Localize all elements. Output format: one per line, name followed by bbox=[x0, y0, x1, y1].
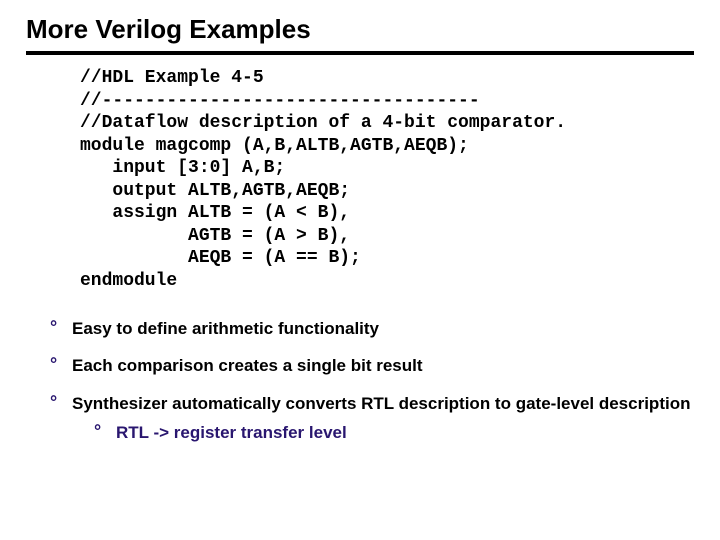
code-line: module magcomp (A,B,ALTB,AGTB,AEQB); bbox=[80, 136, 469, 156]
sub-bullet-list: RTL -> register transfer level bbox=[94, 422, 694, 443]
code-line: //HDL Example 4-5 bbox=[80, 68, 264, 88]
code-line: //----------------------------------- bbox=[80, 91, 480, 111]
bullet-text: Easy to define arithmetic functionality bbox=[72, 319, 379, 338]
page-title: More Verilog Examples bbox=[26, 14, 694, 49]
bullet-list: Easy to define arithmetic functionality … bbox=[50, 318, 694, 443]
code-line: input [3:0] A,B; bbox=[80, 158, 285, 178]
code-block: //HDL Example 4-5 //--------------------… bbox=[80, 67, 694, 292]
slide: More Verilog Examples //HDL Example 4-5 … bbox=[0, 0, 720, 540]
bullet-item: Each comparison creates a single bit res… bbox=[50, 355, 694, 376]
bullet-text: Each comparison creates a single bit res… bbox=[72, 356, 423, 375]
bullet-item: Synthesizer automatically converts RTL d… bbox=[50, 393, 694, 444]
code-line: endmodule bbox=[80, 271, 177, 291]
code-line: output ALTB,AGTB,AEQB; bbox=[80, 181, 350, 201]
code-line: AGTB = (A > B), bbox=[80, 226, 350, 246]
sub-bullet-item: RTL -> register transfer level bbox=[94, 422, 694, 443]
bullet-text: automatically converts RTL description t… bbox=[167, 394, 690, 413]
sub-bullet-text: RTL -> register transfer level bbox=[116, 423, 347, 442]
title-rule bbox=[26, 51, 694, 55]
code-line: AEQB = (A == B); bbox=[80, 248, 361, 268]
code-line: assign ALTB = (A < B), bbox=[80, 203, 350, 223]
bullet-item: Easy to define arithmetic functionality bbox=[50, 318, 694, 339]
bullet-text-emph: Synthesizer bbox=[72, 394, 167, 413]
code-line: //Dataflow description of a 4-bit compar… bbox=[80, 113, 566, 133]
